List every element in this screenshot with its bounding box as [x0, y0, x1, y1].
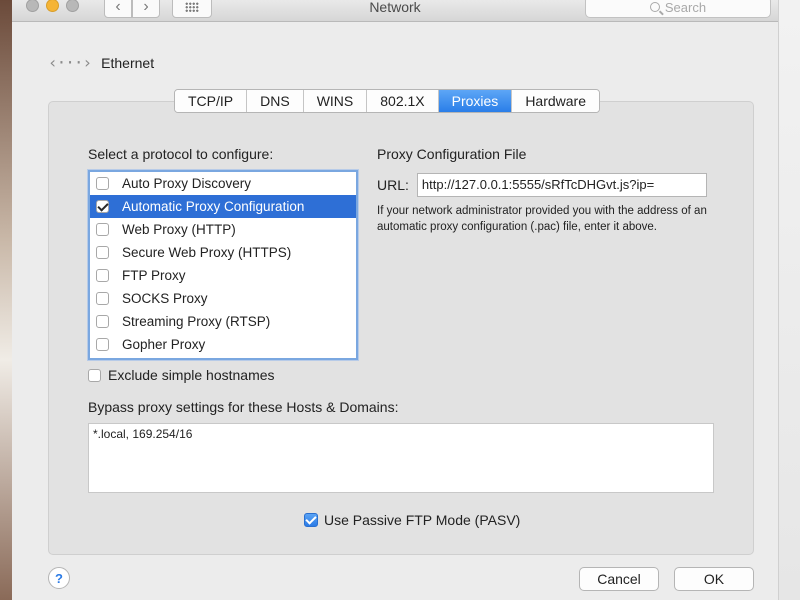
interface-header: ‹···› Ethernet	[48, 53, 154, 72]
bypass-label: Bypass proxy settings for these Hosts & …	[88, 399, 399, 415]
list-item[interactable]: SOCKS Proxy	[90, 287, 356, 310]
ok-button[interactable]: OK	[674, 567, 754, 591]
passive-ftp-option[interactable]: Use Passive FTP Mode (PASV)	[304, 512, 520, 528]
protocol-label: FTP Proxy	[122, 268, 186, 283]
search-icon	[649, 2, 660, 12]
tab-bar: TCP/IP DNS WINS 802.1X Proxies Hardware	[174, 89, 601, 113]
bypass-hosts-field[interactable]: *.local, 169.254/16	[88, 423, 714, 493]
url-field[interactable]: http://127.0.0.1:5555/sRfTcDHGvt.js?ip=	[416, 173, 707, 197]
list-item[interactable]: Automatic Proxy Configuration	[90, 195, 356, 218]
network-preferences-window: ‹ › Network Search ‹···› Ethernet TCP/IP…	[12, 0, 778, 600]
list-item[interactable]: FTP Proxy	[90, 264, 356, 287]
passive-ftp-label: Use Passive FTP Mode (PASV)	[324, 512, 521, 528]
tab-dns[interactable]: DNS	[247, 90, 304, 112]
exclude-simple-checkbox[interactable]	[88, 368, 101, 382]
checkbox[interactable]	[96, 315, 109, 328]
tab-hardware[interactable]: Hardware	[512, 90, 600, 112]
title-bar: ‹ › Network Search	[12, 0, 778, 22]
search-field[interactable]: Search	[585, 0, 771, 18]
tab-proxies[interactable]: Proxies	[438, 90, 513, 112]
list-item[interactable]: Auto Proxy Discovery	[90, 172, 356, 195]
search-placeholder: Search	[664, 0, 707, 15]
protocol-label: Gopher Proxy	[122, 337, 206, 352]
passive-ftp-checkbox[interactable]	[304, 513, 318, 527]
protocol-label: Web Proxy (HTTP)	[122, 222, 236, 237]
ethernet-icon: ‹···›	[48, 53, 92, 72]
checkbox[interactable]	[96, 246, 109, 259]
exclude-simple-hostnames[interactable]: Exclude simple hostnames	[88, 367, 275, 383]
list-item[interactable]: Secure Web Proxy (HTTPS)	[90, 241, 356, 264]
list-item[interactable]: Streaming Proxy (RTSP)	[90, 310, 356, 333]
protocol-list-heading: Select a protocol to configure:	[88, 146, 274, 162]
cancel-button[interactable]: Cancel	[579, 567, 659, 591]
desktop-background-right	[778, 0, 800, 600]
url-label: URL:	[377, 177, 409, 193]
protocol-label: Automatic Proxy Configuration	[122, 199, 305, 214]
proxy-file-heading: Proxy Configuration File	[377, 146, 527, 162]
protocol-label: Streaming Proxy (RTSP)	[122, 314, 271, 329]
list-item[interactable]: Web Proxy (HTTP)	[90, 218, 356, 241]
protocol-list[interactable]: Auto Proxy Discovery Automatic Proxy Con…	[88, 170, 358, 360]
checkbox[interactable]	[96, 177, 109, 190]
proxy-file-help-text: If your network administrator provided y…	[377, 205, 707, 233]
interface-name: Ethernet	[101, 54, 155, 71]
protocol-label: Auto Proxy Discovery	[122, 176, 252, 191]
url-row: URL: http://127.0.0.1:5555/sRfTcDHGvt.js…	[377, 173, 707, 197]
list-item[interactable]: Gopher Proxy	[90, 333, 356, 356]
checkbox[interactable]	[96, 200, 109, 213]
checkbox[interactable]	[96, 338, 109, 351]
checkbox[interactable]	[96, 223, 109, 236]
protocol-label: SOCKS Proxy	[122, 291, 208, 306]
checkbox[interactable]	[96, 269, 109, 282]
tab-wins[interactable]: WINS	[303, 90, 368, 112]
protocol-label: Secure Web Proxy (HTTPS)	[122, 245, 292, 260]
tab-tcpip[interactable]: TCP/IP	[175, 90, 248, 112]
exclude-simple-label: Exclude simple hostnames	[108, 367, 275, 383]
checkbox[interactable]	[96, 292, 109, 305]
help-button[interactable]: ?	[48, 567, 70, 589]
desktop-background-left	[0, 0, 12, 600]
tab-8021x[interactable]: 802.1X	[367, 90, 439, 112]
